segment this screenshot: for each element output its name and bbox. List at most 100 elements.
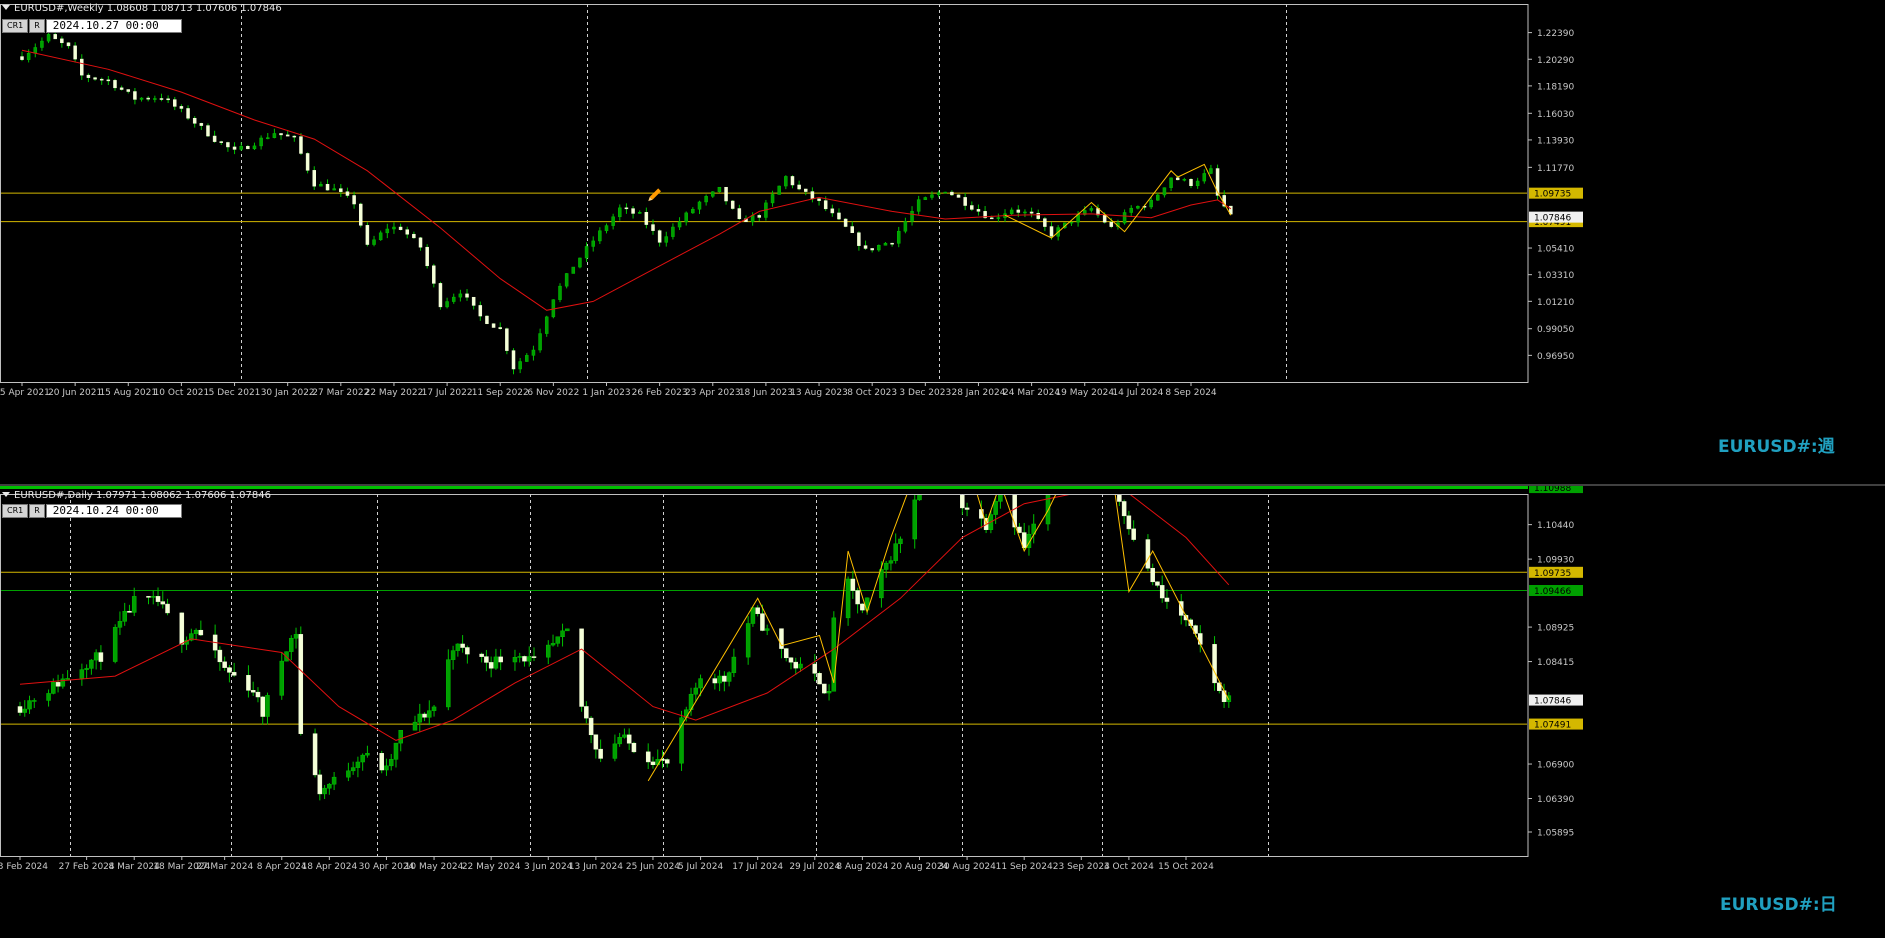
date-input[interactable]: 2024.10.24 00:00 — [45, 503, 182, 518]
candle-body — [198, 629, 204, 636]
candle-body — [127, 610, 132, 613]
candle-body — [199, 123, 204, 126]
candle-body — [231, 672, 237, 676]
candle-body — [976, 209, 981, 212]
candle-body — [1189, 179, 1193, 187]
y-tick-label: 1.03310 — [1537, 271, 1574, 281]
candle-body — [192, 117, 197, 124]
candle-body — [319, 184, 323, 187]
candle-body — [604, 225, 609, 232]
candle-body — [239, 146, 243, 150]
candle-body — [113, 80, 117, 89]
candle-body — [578, 257, 582, 268]
candle-body — [1009, 209, 1014, 214]
x-tick-label: 28 Jan 2024 — [951, 388, 1005, 398]
candle-body — [1175, 177, 1180, 181]
x-tick-label: 15 Aug 2021 — [99, 388, 157, 398]
r-button[interactable]: R — [29, 503, 45, 518]
candle-body — [292, 135, 297, 138]
candle-body — [1021, 532, 1027, 548]
y-tick-label: 1.08415 — [1537, 658, 1574, 668]
candle-body — [684, 212, 688, 223]
candle-body — [591, 240, 595, 247]
candle-body — [384, 765, 389, 771]
candle-body — [1209, 168, 1213, 174]
candle-body — [317, 774, 323, 795]
y-tick-label: 1.06390 — [1537, 795, 1574, 805]
candle-body — [522, 656, 527, 662]
candle-body — [66, 42, 71, 47]
candle-body — [139, 97, 144, 100]
candle-body — [588, 717, 594, 736]
candle-body — [412, 721, 418, 731]
collapse-triangle-icon[interactable] — [2, 5, 10, 10]
x-tick-label: 8 Apr 2024 — [257, 862, 307, 872]
candle-body — [664, 759, 670, 764]
candle-body — [432, 265, 436, 284]
candle-body — [826, 691, 832, 694]
x-tick-label: 3 Oct 2024 — [1104, 862, 1154, 872]
daily-chart-canvas[interactable]: 1.10440 1.09930 1.08925 1.08415 1.06900 1.063… — [0, 486, 1885, 938]
candle-body — [890, 242, 894, 245]
candle-body — [378, 232, 383, 241]
y-tick-label: 1.10440 — [1537, 521, 1574, 531]
candle-body — [160, 601, 166, 605]
candle-body — [312, 170, 316, 187]
candle-body — [46, 34, 51, 42]
candle-body — [431, 706, 437, 711]
candle-body — [80, 58, 84, 76]
candle-body — [956, 194, 961, 198]
candle-body — [730, 200, 735, 209]
r-button[interactable]: R — [29, 18, 45, 33]
level-price-label: 1.09735 — [1534, 190, 1571, 200]
candle-body — [379, 753, 384, 771]
moving-average-line — [21, 49, 1232, 311]
candle-body — [151, 596, 156, 598]
candle-body — [512, 657, 518, 663]
date-input[interactable]: 2024.10.27 00:00 — [45, 18, 182, 33]
candle-body — [724, 186, 728, 202]
candle-body — [757, 215, 762, 218]
candle-body — [855, 590, 860, 605]
x-tick-label: 27 Mar 2024 — [196, 862, 253, 872]
weekly-chart-canvas[interactable]: 1.22390 1.20290 1.18190 1.16030 1.13930 1.117… — [0, 0, 1885, 484]
candle-body — [505, 328, 509, 351]
current-price-label: 1.07846 — [1534, 214, 1571, 224]
cr1-button[interactable]: CR1 — [2, 18, 29, 33]
candle-body — [222, 661, 227, 668]
candle-body — [560, 630, 565, 637]
candle-body — [963, 197, 967, 206]
x-tick-label: 3 Dec 2023 — [899, 388, 951, 398]
x-tick-label: 5 Jul 2024 — [678, 862, 723, 872]
daily-chart-panel[interactable]: 1.10440 1.09930 1.08925 1.08415 1.06900 1.063… — [0, 486, 1885, 938]
candle-body — [622, 734, 627, 738]
candle-body — [1069, 221, 1074, 224]
collapse-triangle-icon[interactable] — [2, 492, 10, 497]
candle-body — [388, 759, 394, 767]
candle-body — [1164, 597, 1170, 602]
candle-body — [285, 134, 290, 137]
candle-body — [40, 40, 44, 48]
candle-body — [783, 648, 789, 659]
candle-body — [73, 45, 77, 60]
candle-body — [912, 499, 917, 540]
candle-body — [550, 643, 556, 646]
candle-body — [624, 207, 629, 210]
candle-body — [916, 199, 921, 212]
candle-body — [531, 349, 536, 356]
candle-body — [360, 754, 365, 763]
candle-body — [122, 610, 127, 622]
y-tick-label: 0.96950 — [1537, 352, 1574, 362]
candle-body — [119, 87, 124, 90]
candle-body — [565, 628, 570, 632]
candle-body — [365, 753, 370, 756]
candle-body — [525, 355, 529, 362]
candle-body — [460, 643, 465, 648]
candle-body — [479, 653, 484, 657]
daily-watermark: EURUSD#:日 — [1720, 895, 1837, 915]
weekly-chart-panel[interactable]: 1.22390 1.20290 1.18190 1.16030 1.13930 1.117… — [0, 0, 1885, 484]
cr1-button[interactable]: CR1 — [2, 503, 29, 518]
candle-body — [272, 133, 277, 138]
candle-body — [193, 629, 199, 634]
candle-body — [255, 691, 261, 698]
